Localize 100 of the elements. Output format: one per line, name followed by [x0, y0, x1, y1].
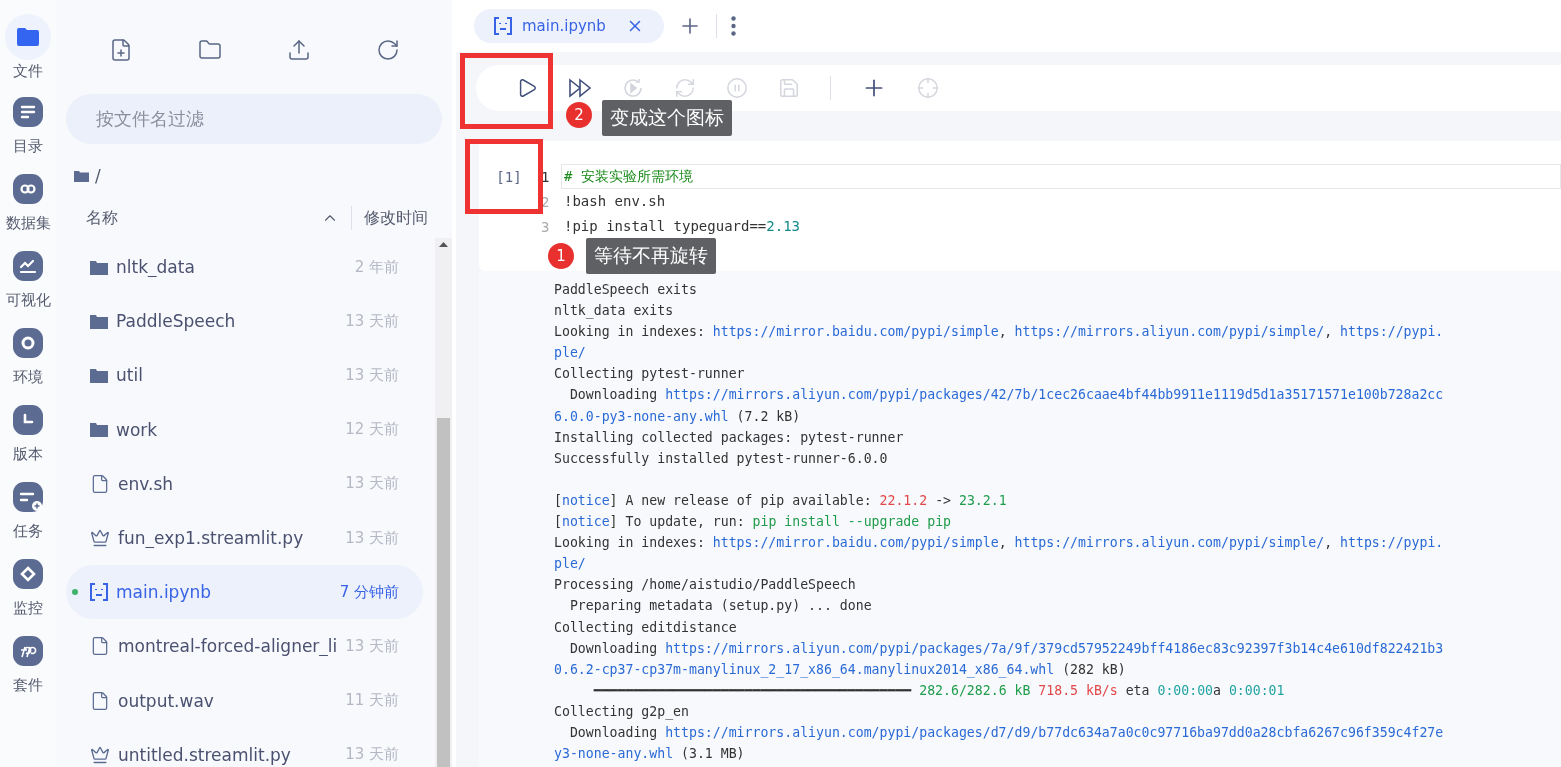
file-row[interactable]: montreal-forced-aligner_li 13 天前: [66, 619, 424, 674]
rail-label: 套件: [13, 676, 43, 695]
file-name: main.ipynb: [116, 582, 213, 603]
rail-label: 环境: [13, 368, 43, 387]
ring-icon: [13, 328, 43, 358]
rail-label: 目录: [13, 137, 43, 156]
output-line: Looking in indexes: https://mirror.baidu.com/pypi/simple, https://mirrors.aliyun.com/pypi/simple/, https://pypi.: [554, 535, 1444, 551]
file-name: untitled.streamlit.py: [118, 744, 292, 765]
code-line: !pip install typeguard==2.13: [563, 217, 801, 236]
file-row[interactable]: untitled.streamlit.py 13 天前: [66, 727, 424, 767]
output-line: Collecting pytest-runner: [554, 366, 745, 382]
file-icon: [90, 473, 110, 494]
pause-icon: [726, 77, 748, 99]
output-line: 0.6.2-cp37-cp37m-manylinux_2_17_x86_64.manylinux2014_x86_64.whl (282 kB): [554, 661, 1126, 677]
more-button[interactable]: [730, 16, 736, 36]
task-icon: [13, 482, 43, 512]
output-line: Successfully installed pytest-runner-6.0.0: [554, 450, 888, 466]
file-name: util: [116, 365, 144, 386]
scrollbar[interactable]: [435, 238, 452, 767]
output-line: Downloading https://mirrors.aliyun.com/pypi/packages/7a/9f/379cd57952249bff4186ec83c92397f3b14c4e610df822421b3: [568, 640, 1444, 656]
output-line: y3-none-any.whl (3.1 MB): [554, 746, 745, 762]
folder-icon: [90, 367, 108, 383]
file-time: 12 天前: [345, 420, 400, 440]
file-row[interactable]: output.wav 11 天前: [66, 673, 424, 728]
folder-icon: [197, 38, 222, 62]
file-time: 13 天前: [345, 528, 400, 548]
cell-prompt: [1]: [495, 169, 523, 185]
name-column-header[interactable]: 名称: [86, 206, 352, 230]
file-row[interactable]: env.sh 13 天前: [66, 456, 424, 511]
rail-label: 版本: [13, 445, 43, 464]
rail-label: 监控: [13, 599, 43, 618]
output-line: nltk_data exits: [554, 303, 674, 319]
step-number-tooltip: 2: [566, 102, 592, 128]
file-row[interactable]: nltk_data 2 年前: [66, 240, 424, 295]
line-number: 1: [540, 168, 551, 185]
suite-icon: [13, 636, 43, 666]
rail-label: 文件: [13, 62, 43, 81]
file-name: fun_exp1.streamlit.py: [118, 528, 305, 549]
notebook-icon: [494, 17, 512, 35]
chart-icon: [13, 251, 43, 281]
file-row[interactable]: main.ipynb 7 分钟前: [66, 565, 424, 620]
save-icon: [778, 77, 800, 99]
refresh-icon: [674, 77, 696, 99]
refresh-icon: [375, 38, 400, 62]
more-icon: [730, 16, 736, 36]
output-line: Downloading https://mirrors.aliyun.com/pypi/packages/42/7b/1cec26caae4bf44bb9911e1119d5d1a35171571e100b728a2cc: [568, 387, 1444, 403]
fast-forward-icon: [568, 77, 592, 99]
file-row[interactable]: fun_exp1.streamlit.py 13 天前: [66, 510, 424, 566]
file-name: output.wav: [118, 690, 215, 711]
rail-label: 任务: [13, 522, 43, 541]
output-line: 6.0.0-py3-none-any.whl (7.2 kB): [554, 408, 801, 424]
notebook-icon: [90, 583, 108, 602]
code-line: !bash env.sh: [563, 192, 667, 211]
file-time: 7 分钟前: [339, 582, 400, 602]
line-number: 3: [540, 218, 551, 235]
file-name: PaddleSpeech: [116, 311, 237, 332]
file-row[interactable]: work 12 天前: [66, 402, 424, 457]
file-time: 13 天前: [345, 636, 400, 656]
output-line: Collecting g2p_en: [554, 703, 689, 719]
file-name: nltk_data: [116, 257, 196, 278]
file-time: 13 天前: [345, 745, 400, 765]
time-column-header[interactable]: 修改时间: [352, 206, 452, 230]
file-icon: [90, 690, 110, 711]
run-all-button[interactable]: [568, 77, 592, 99]
file-icon: [90, 636, 110, 657]
output-line: [notice] To update, run: pip install --upgrade pip: [554, 514, 951, 530]
file-time: 2 年前: [354, 257, 400, 277]
crown-icon: [90, 744, 110, 765]
search-field[interactable]: 按文件名过滤: [66, 94, 442, 144]
folder-icon: [90, 313, 108, 329]
folder-icon: [90, 422, 108, 438]
crosshair-icon: [917, 77, 939, 99]
output-line: Collecting editdistance: [554, 619, 737, 635]
output-line: PaddleSpeech exits: [554, 282, 697, 297]
upload-icon: [286, 38, 311, 62]
file-name: montreal-forced-aligner_li: [118, 636, 338, 657]
list-icon: [13, 97, 43, 127]
link-icon: [13, 174, 43, 204]
output-line: ━━━━━━━━━━━━━━━━━━━━━━━━━━━━━━━━━━━━━━━━ 282.6/282.6 kB 718.5 kB/s eta 0:00:00a 0:00:01: [592, 682, 1285, 698]
file-name: env.sh: [118, 473, 174, 494]
rail-label: 可视化: [5, 291, 51, 310]
output-line: ple/: [554, 556, 586, 572]
annotation-tooltip: 变成这个图标: [602, 100, 732, 136]
rail-button[interactable]: [5, 14, 51, 60]
file-time: 13 天前: [345, 365, 400, 385]
clock-icon: [13, 405, 43, 435]
crown-icon: [90, 528, 110, 549]
output-line: Preparing metadata (setup.py) ... done: [568, 598, 872, 614]
output-line: ple/: [554, 345, 586, 361]
file-name: work: [116, 419, 159, 440]
file-time: 13 天前: [345, 474, 400, 494]
file-time: 13 天前: [345, 311, 400, 331]
folder-icon: [90, 259, 108, 275]
output-line: Installing collected packages: pytest-runner: [554, 429, 904, 445]
file-row[interactable]: PaddleSpeech 13 天前: [66, 294, 424, 349]
notebook-tab[interactable]: main.ipynb: [474, 9, 664, 43]
output-line: Downloading https://mirrors.aliyun.com/pypi/packages/d7/d9/b77dc634a7a0c0c97716ba97dd0a28cbfa6267c96f359c4f27e: [568, 724, 1444, 740]
file-row[interactable]: util 13 天前: [66, 348, 424, 403]
path-text: /: [95, 166, 101, 186]
output-line: [notice] A new release of pip available: 22.1.2 -> 23.2.1: [554, 492, 1007, 508]
